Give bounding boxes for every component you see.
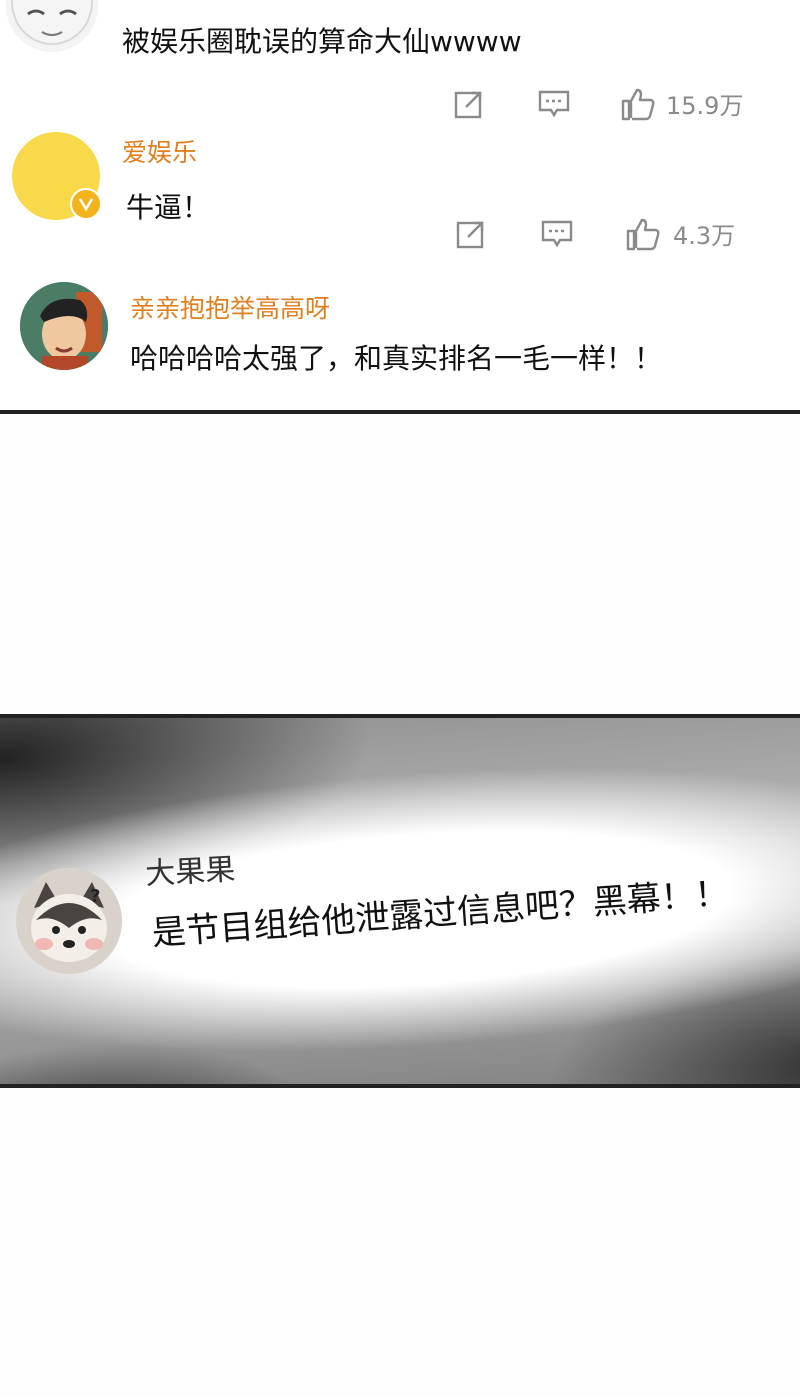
username[interactable]: 大果果 [144, 844, 236, 893]
like-button[interactable]: 4.3万 [625, 216, 735, 251]
featured-comment-panel: ? 大果果 是节目组给他泄露过信息吧？黑幕！！ [0, 718, 800, 1084]
thumbs-up-icon [621, 88, 655, 120]
username[interactable]: 爱娱乐 [122, 133, 197, 169]
reply-button[interactable] [537, 88, 571, 120]
like-count: 15.9万 [666, 92, 744, 120]
svg-text:?: ? [90, 886, 100, 907]
share-icon [454, 91, 482, 119]
reply-button[interactable] [540, 218, 574, 250]
check-v-icon [78, 198, 94, 212]
comment-icon [541, 220, 573, 248]
comment-text: 被娱乐圈耽误的算命大仙wwww [122, 25, 522, 58]
avatar-dog[interactable]: ? [16, 868, 122, 974]
blank-area [0, 1088, 800, 1396]
share-button[interactable] [453, 88, 485, 120]
like-button[interactable]: 15.9万 [620, 86, 743, 121]
comment-panel-top: 被娱乐圈耽误的算命大仙wwww 15.9万 爱娱乐 牛逼！ 4.3万 亲亲抱抱举… [0, 0, 800, 412]
blank-area [0, 414, 800, 714]
comment-text: 牛逼！ [126, 191, 211, 224]
comment-icon [538, 90, 570, 118]
share-button[interactable] [455, 218, 487, 250]
verified-badge [70, 188, 102, 220]
avatar-meme[interactable] [6, 0, 98, 52]
share-icon [456, 221, 484, 249]
thumbs-up-icon [626, 218, 660, 250]
comment-text: 哈哈哈哈太强了，和真实排名一毛一样！！ [130, 342, 663, 375]
like-count: 4.3万 [673, 222, 736, 250]
avatar-cartoon[interactable] [20, 282, 108, 370]
username[interactable]: 亲亲抱抱举高高呀 [130, 289, 330, 325]
